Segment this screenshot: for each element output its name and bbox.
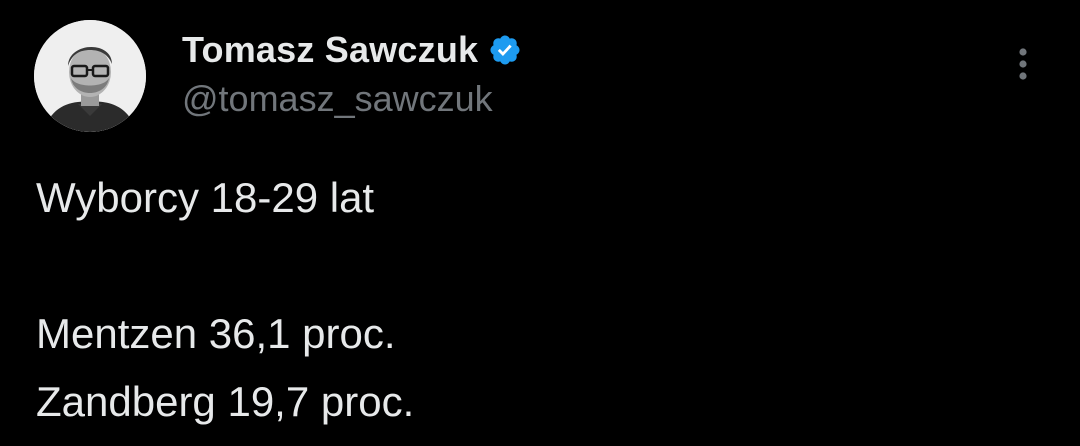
verified-badge-icon (488, 33, 522, 67)
tweet-text-line: Mentzen 36,1 proc. (36, 310, 396, 357)
author-handle[interactable]: @tomasz_sawczuk (182, 78, 493, 120)
more-vertical-icon (1019, 48, 1027, 80)
tweet-text-line (36, 232, 414, 300)
more-options-button[interactable] (1008, 44, 1038, 84)
avatar-photo-icon (34, 20, 146, 132)
author-display-name[interactable]: Tomasz Sawczuk (182, 29, 478, 71)
tweet-text-line: Zandberg 19,7 proc. (36, 378, 415, 425)
tweet-text: Wyborcy 18-29 lat Mentzen 36,1 proc. Zan… (36, 164, 414, 436)
tweet-card: Tomasz Sawczuk @tomasz_sawczuk Wyborcy 1… (0, 0, 1080, 446)
author-name-row: Tomasz Sawczuk (182, 28, 522, 72)
avatar[interactable] (34, 20, 146, 132)
tweet-text-line: Wyborcy 18-29 lat (36, 174, 375, 221)
